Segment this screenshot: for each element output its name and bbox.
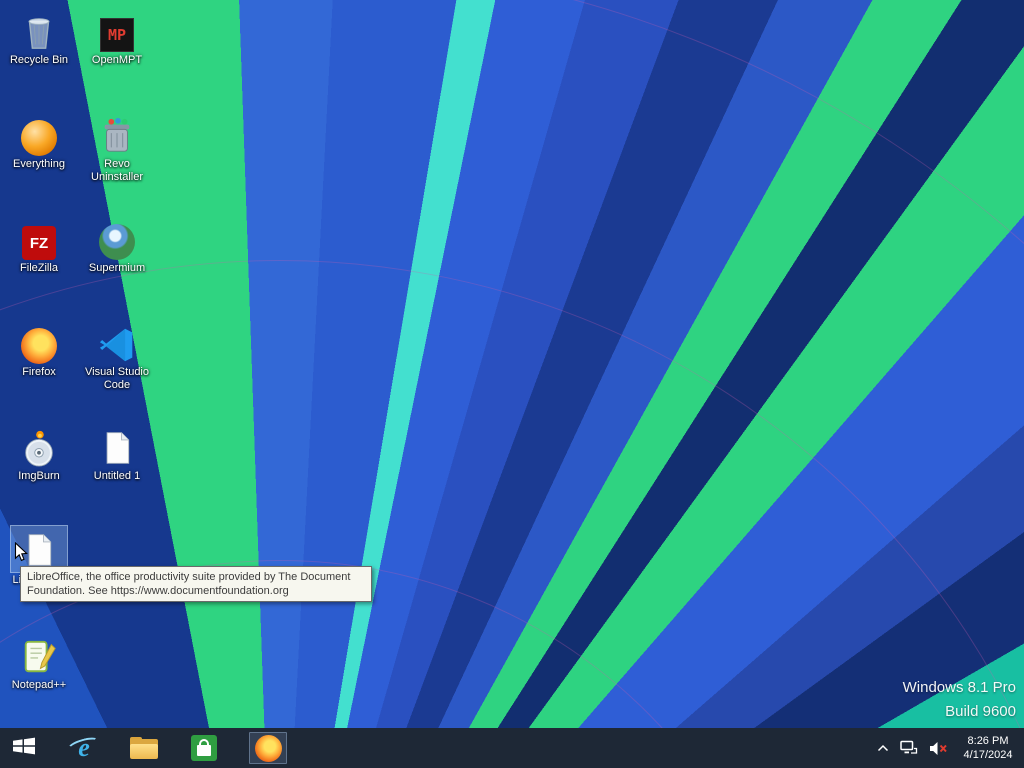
desktop-icon-label: Everything <box>13 158 65 170</box>
taskbar: e 8:26 PM 4/17/2024 <box>0 728 1024 768</box>
firefox-icon <box>254 734 282 762</box>
taskbar-firefox[interactable] <box>249 732 287 764</box>
show-hidden-icons-button[interactable] <box>877 732 889 764</box>
watermark-build: Build 9600 <box>945 703 1016 720</box>
desktop-icon-label: OpenMPT <box>91 54 143 66</box>
desktop-icon-label: Supermium <box>88 262 146 274</box>
desktop-icon-label: Visual Studio Code <box>84 366 149 391</box>
desktop-icon-label: Notepad++ <box>11 679 67 691</box>
desktop-icon-revo-uninstaller[interactable]: Revo Uninstaller <box>79 110 155 184</box>
desktop-icon-recycle-bin[interactable]: Recycle Bin <box>1 6 77 67</box>
folder-icon <box>130 737 158 759</box>
supermium-icon <box>99 214 135 260</box>
desktop-icon-vscode[interactable]: Visual Studio Code <box>79 318 155 392</box>
network-icon <box>900 740 918 754</box>
document-icon <box>99 422 135 468</box>
everything-icon <box>21 110 57 156</box>
taskbar-file-explorer[interactable] <box>129 732 159 764</box>
desktop-icon-imgburn[interactable]: ImgBurn <box>1 422 77 483</box>
desktop-icon-firefox[interactable]: Firefox <box>1 318 77 379</box>
firefox-icon <box>21 318 57 364</box>
volume-muted-icon <box>930 741 947 755</box>
desktop-icon-supermium[interactable]: Supermium <box>79 214 155 275</box>
desktop-icon-everything[interactable]: Everything <box>1 110 77 171</box>
desktop-icon-notepadpp[interactable]: Notepad++ <box>1 631 77 692</box>
network-status-button[interactable] <box>900 732 918 764</box>
desktop-icon-untitled-document[interactable]: Untitled 1 <box>79 422 155 483</box>
desktop-icon-label: Firefox <box>22 366 56 378</box>
libreoffice-tooltip: LibreOffice, the office productivity sui… <box>20 566 372 602</box>
chevron-up-icon <box>877 744 889 751</box>
start-button[interactable] <box>9 732 39 764</box>
filezilla-icon: FZ <box>22 214 56 260</box>
desktop-icon-label: FileZilla <box>20 262 58 274</box>
tray-time: 8:26 PM <box>967 735 1009 747</box>
desktop-icon-label: Recycle Bin <box>9 54 69 66</box>
desktop-icon-filezilla[interactable]: FZ FileZilla <box>1 214 77 275</box>
imgburn-icon <box>20 422 58 468</box>
internet-explorer-icon: e <box>65 734 102 762</box>
system-tray: 8:26 PM 4/17/2024 <box>877 732 1024 764</box>
watermark-edition: Windows 8.1 Pro <box>902 679 1016 696</box>
notepadpp-icon <box>20 631 58 677</box>
windows-logo-icon <box>11 736 37 761</box>
desktop-icon-label: ImgBurn <box>18 470 60 482</box>
desktop-icon-label: Untitled 1 <box>93 470 141 482</box>
windows-build-watermark: Windows 8.1 Pro Build 9600 <box>903 676 1016 724</box>
tray-clock[interactable]: 8:26 PM 4/17/2024 <box>959 734 1017 762</box>
openmpt-icon: MP <box>100 6 134 52</box>
taskbar-internet-explorer[interactable]: e <box>65 732 102 764</box>
tray-date: 4/17/2024 <box>963 749 1013 761</box>
store-icon <box>191 735 217 761</box>
desktop[interactable]: Recycle Bin Everything FZ FileZilla Fire… <box>0 0 1024 768</box>
volume-muted-button[interactable] <box>929 732 948 764</box>
taskbar-left: e <box>0 732 287 764</box>
recycle-bin-icon <box>20 6 58 52</box>
desktop-icon-label: Revo Uninstaller <box>91 158 143 183</box>
vscode-icon <box>99 318 135 364</box>
revo-uninstaller-icon <box>98 110 136 156</box>
taskbar-store[interactable] <box>189 732 219 764</box>
desktop-icon-openmpt[interactable]: MP OpenMPT <box>79 6 155 67</box>
